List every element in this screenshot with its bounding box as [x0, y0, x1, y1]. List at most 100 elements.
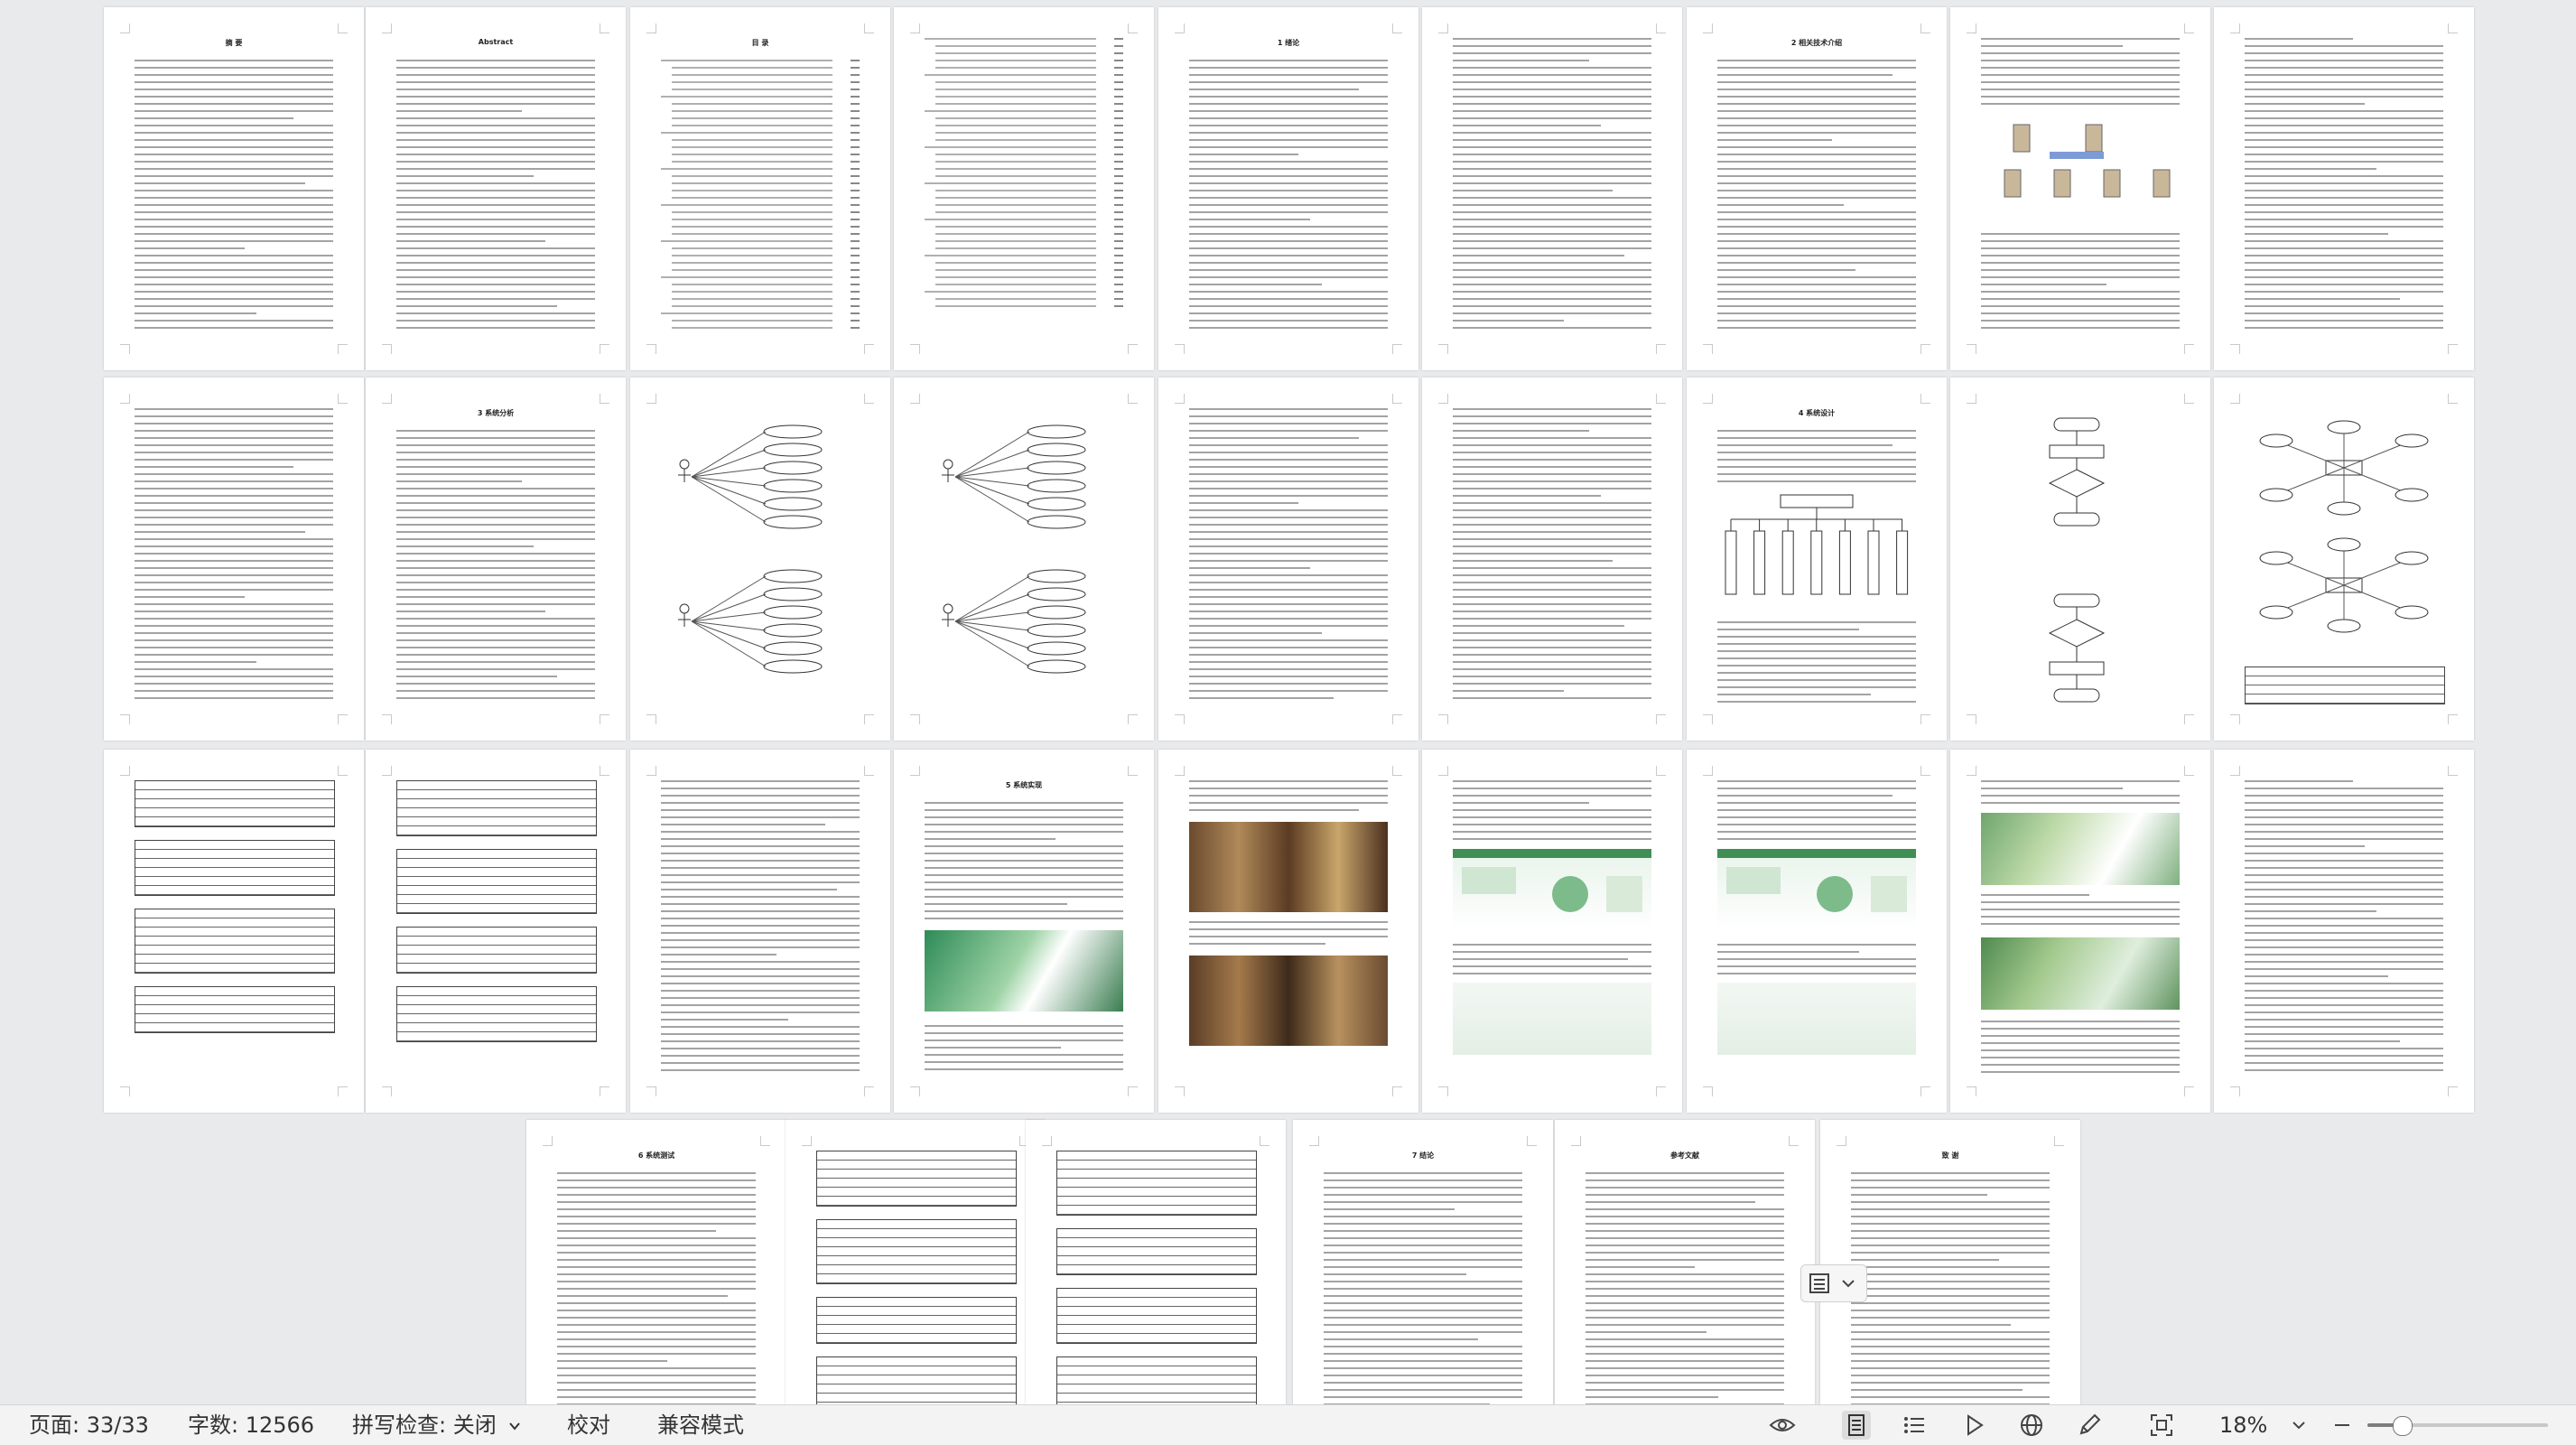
- page-thumbnail[interactable]: 2 相关技术介绍: [1687, 7, 1947, 370]
- word-count[interactable]: 字数: 12566: [188, 1412, 314, 1439]
- page-thumbnail[interactable]: [1950, 378, 2210, 741]
- page-thumbnail[interactable]: [2214, 750, 2474, 1113]
- margin-corner-mark: [1571, 1136, 1581, 1146]
- play-button[interactable]: [1959, 1411, 1988, 1440]
- page-thumbnail[interactable]: 目 录: [630, 7, 890, 370]
- margin-corner-mark: [382, 394, 392, 404]
- document-canvas[interactable]: 摘 要 Abstract 目 录 1 绪论 2 相关技术介绍 3 系统分析 4 系统设计 5 …: [0, 0, 2576, 1404]
- text-line: [1324, 1187, 1522, 1189]
- page-thumbnail[interactable]: [1422, 7, 1682, 370]
- text-line: [1453, 545, 1651, 547]
- text-line: [135, 553, 333, 555]
- text-line: [1851, 1367, 2050, 1369]
- page-thumbnail[interactable]: [2214, 378, 2474, 741]
- text-line: [1586, 1382, 1784, 1384]
- text-line: [1717, 430, 1916, 432]
- floating-view-button[interactable]: [1800, 1264, 1867, 1302]
- text-line: [2245, 168, 2376, 170]
- page-view-icon: [1848, 1414, 1865, 1436]
- text-line: [396, 284, 595, 285]
- page-thumbnail[interactable]: 1 绪论: [1158, 7, 1418, 370]
- zoom-slider[interactable]: [2367, 1416, 2548, 1436]
- write-mode-button[interactable]: [2075, 1411, 2104, 1440]
- proofread-button[interactable]: 校对: [567, 1412, 610, 1439]
- text-line: [1189, 255, 1388, 256]
- page-thumbnail[interactable]: [1026, 1120, 1286, 1404]
- page-indicator[interactable]: 页面: 33/33: [29, 1412, 149, 1439]
- page-thumbnail[interactable]: 6 系统测试: [526, 1120, 786, 1404]
- text-line: [1586, 1310, 1784, 1311]
- text-line: [1453, 233, 1651, 235]
- text-line: [1453, 589, 1651, 591]
- text-line: [2245, 211, 2443, 213]
- text-line: [851, 96, 860, 98]
- zoom-slider-thumb[interactable]: [2392, 1416, 2413, 1436]
- text-line: [1717, 473, 1916, 475]
- web-view-button[interactable]: [2017, 1411, 2046, 1440]
- outline-view-button[interactable]: [1900, 1411, 1929, 1440]
- page-thumbnail[interactable]: [786, 1120, 1046, 1404]
- text-line: [557, 1288, 756, 1290]
- page-thumbnail[interactable]: [630, 378, 890, 741]
- page-thumbnail[interactable]: [1950, 750, 2210, 1113]
- page-thumbnail[interactable]: [104, 750, 364, 1113]
- page-view-button[interactable]: [1842, 1411, 1871, 1440]
- page-thumbnail[interactable]: 7 结论: [1293, 1120, 1553, 1404]
- text-line: [672, 247, 832, 249]
- page-thumbnail[interactable]: [894, 7, 1154, 370]
- page-thumbnail[interactable]: 参考文献: [1555, 1120, 1815, 1404]
- text-line: [935, 298, 1096, 300]
- page-thumbnail[interactable]: [1422, 750, 1682, 1113]
- text-line: [851, 154, 860, 155]
- page-thumbnail[interactable]: 3 系统分析: [366, 378, 626, 741]
- dashboard-screenshot: [1453, 849, 1651, 912]
- page-thumbnail[interactable]: 摘 要: [104, 7, 364, 370]
- text-line: [1717, 327, 1916, 329]
- page-thumbnail[interactable]: 5 系统实现: [894, 750, 1154, 1113]
- text-line: [2245, 219, 2443, 220]
- text-line: [2245, 226, 2443, 228]
- text-line: [1189, 262, 1388, 264]
- page-thumbnail[interactable]: 4 系统设计: [1687, 378, 1947, 741]
- text-line: [1189, 668, 1388, 670]
- text-line: [1981, 38, 2180, 40]
- page-thumbnail[interactable]: [630, 750, 890, 1113]
- margin-corner-mark: [382, 344, 392, 354]
- text-line: [935, 132, 1096, 134]
- text-line: [396, 161, 595, 163]
- zoom-level[interactable]: 18%: [2219, 1412, 2267, 1439]
- fit-page-button[interactable]: [2147, 1411, 2176, 1440]
- text-line: [1189, 233, 1388, 235]
- text-line: [1324, 1367, 1522, 1369]
- zoom-out-button[interactable]: [2328, 1411, 2357, 1440]
- text-line: [1453, 632, 1651, 634]
- page-thumbnail[interactable]: 致 谢: [1820, 1120, 2080, 1404]
- page-thumbnail[interactable]: [366, 750, 626, 1113]
- page-thumbnail[interactable]: [894, 378, 1154, 741]
- text-line: [1114, 96, 1123, 98]
- page-thumbnail[interactable]: Abstract: [366, 7, 626, 370]
- page-thumbnail[interactable]: [1158, 750, 1418, 1113]
- page-thumbnail[interactable]: [1422, 378, 1682, 741]
- text-line: [661, 968, 860, 970]
- text-line: [135, 437, 333, 439]
- text-line: [2245, 903, 2443, 905]
- eye-protect-button[interactable]: [1768, 1411, 1797, 1440]
- page-thumbnail[interactable]: [1158, 378, 1418, 741]
- text-line: [672, 233, 832, 235]
- text-line: [1981, 1064, 2180, 1066]
- margin-corner-mark: [543, 1136, 553, 1146]
- text-line: [1717, 81, 1916, 83]
- data-table: [135, 986, 335, 1033]
- page-thumbnail[interactable]: [1687, 750, 1947, 1113]
- margin-corner-mark: [2230, 1086, 2240, 1096]
- text-line: [135, 67, 333, 69]
- spellcheck-toggle[interactable]: 拼写检查: 关闭: [352, 1412, 521, 1439]
- zoom-dropdown[interactable]: [2284, 1411, 2313, 1440]
- page-thumbnail[interactable]: [2214, 7, 2474, 370]
- page-thumbnail[interactable]: [104, 378, 364, 741]
- text-line: [851, 312, 860, 314]
- page-thumbnail[interactable]: [1950, 7, 2210, 370]
- text-line: [1981, 1028, 2180, 1030]
- text-line: [2245, 925, 2443, 927]
